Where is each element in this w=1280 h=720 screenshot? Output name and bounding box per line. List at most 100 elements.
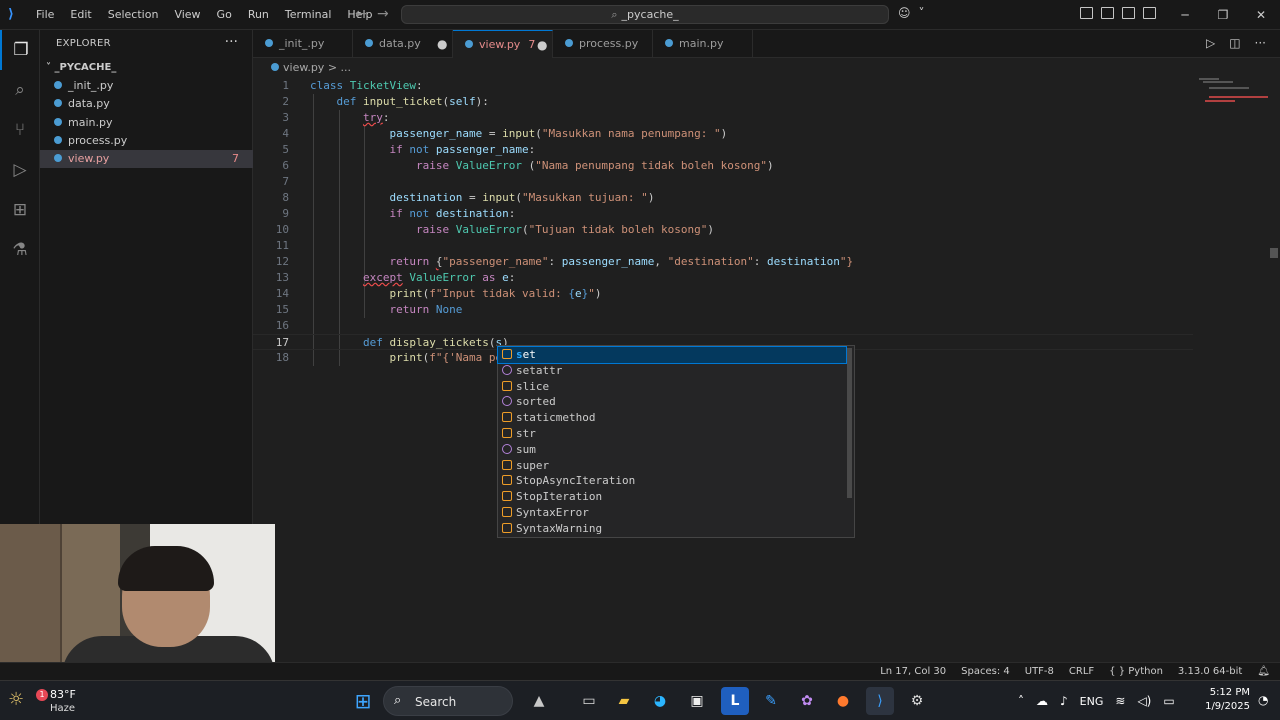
tab-process[interactable]: process.py [553, 30, 653, 58]
taskbar-search[interactable]: ⌕ Search [383, 686, 513, 716]
suggestion-item[interactable]: super [498, 458, 846, 474]
suggestion-item[interactable]: str [498, 426, 846, 442]
unsaved-dot[interactable]: ● [437, 30, 447, 58]
start-button-icon[interactable]: ⊞ [349, 687, 377, 715]
line-number: 5 [282, 143, 289, 156]
menu-run[interactable]: Run [240, 0, 277, 30]
split-editor-icon[interactable]: ◫ [1229, 36, 1240, 50]
tab-init[interactable]: _init_.py [253, 30, 353, 58]
weather-widget[interactable]: ☼ 1 83°F Haze [8, 685, 88, 717]
input-language[interactable]: ENG [1080, 695, 1104, 708]
onedrive-icon[interactable]: ☁ [1036, 694, 1048, 708]
battery-icon[interactable]: ▭ [1163, 694, 1174, 708]
run-python-icon[interactable]: ▷ [1206, 36, 1215, 50]
search-icon[interactable]: ⌕ [0, 70, 40, 110]
menu-terminal[interactable]: Terminal [277, 0, 340, 30]
customize-layout-icon[interactable] [1080, 7, 1093, 19]
toggle-secondary-sidebar-icon[interactable] [1143, 7, 1156, 19]
file-item-main[interactable]: main.py [40, 114, 253, 132]
suggestion-item[interactable]: sorted [498, 394, 846, 410]
show-hidden-icons-chevron-icon[interactable]: ˄ [1018, 694, 1024, 708]
unsaved-dot[interactable]: ● [537, 31, 547, 59]
microphone-icon[interactable]: ♪ [1060, 694, 1068, 708]
taskbar-clock[interactable]: 5:12 PM 1/9/2025 [1200, 686, 1250, 714]
menu-file[interactable]: File [28, 0, 62, 30]
firefox-icon[interactable]: ● [829, 687, 857, 715]
menu-view[interactable]: View [166, 0, 208, 30]
breadcrumb-separator[interactable]: > ... [328, 61, 351, 74]
folder-pycache[interactable]: ˅ _PYCACHE_ [40, 59, 253, 77]
forward-arrow-icon[interactable]: → [377, 6, 389, 22]
suggestion-item[interactable]: set [497, 346, 847, 364]
close-icon[interactable]: ✕ [1242, 0, 1280, 30]
python-file-icon [271, 63, 279, 71]
microsoft-store-icon[interactable]: ▣ [683, 687, 711, 715]
suggestion-item[interactable]: sum [498, 442, 846, 458]
notification-bell-icon[interactable]: ◔ [1258, 693, 1268, 707]
extensions-icon[interactable]: ⊞ [0, 190, 40, 230]
toggle-primary-sidebar-icon[interactable] [1101, 7, 1114, 19]
minimap[interactable] [1195, 78, 1269, 118]
source-control-icon[interactable]: ⑂ [0, 110, 40, 150]
widgets-icon[interactable]: ▲ [525, 687, 553, 715]
suggestion-item[interactable]: StopIteration [498, 489, 846, 505]
suggestion-item[interactable]: SyntaxError [498, 505, 846, 521]
suggestion-item[interactable]: StopAsyncIteration [498, 473, 846, 489]
minimize-icon[interactable]: ─ [1166, 0, 1204, 30]
copilot-icon[interactable]: ☺ [898, 6, 911, 20]
code-line: 16 [253, 318, 1193, 334]
tab-main[interactable]: main.py [653, 30, 753, 58]
wifi-icon[interactable]: ≋ [1115, 694, 1125, 708]
task-view-icon[interactable]: ▭ [575, 687, 603, 715]
tab-view[interactable]: view.py 7 ● [453, 30, 553, 58]
toggle-panel-icon[interactable] [1122, 7, 1135, 19]
class-icon [502, 475, 512, 485]
tab-data[interactable]: data.py ● [353, 30, 453, 58]
code-text: return {"passenger_name": passenger_name… [389, 255, 854, 268]
explorer-icon[interactable]: ❐ [0, 30, 40, 70]
cursor-position[interactable]: Ln 17, Col 30 [880, 663, 946, 680]
testing-icon[interactable]: ⚗ [0, 230, 40, 270]
encoding[interactable]: UTF-8 [1025, 663, 1054, 680]
app-pen-icon[interactable]: ✎ [757, 687, 785, 715]
suggestions-scrollbar[interactable] [847, 348, 852, 498]
settings-gear-icon[interactable]: ⚙ [903, 687, 931, 715]
command-center-search[interactable]: ⌕ _pycache_ [401, 5, 889, 24]
suggestion-item[interactable]: staticmethod [498, 410, 846, 426]
menu-edit[interactable]: Edit [62, 0, 99, 30]
copilot-app-icon[interactable]: ✿ [793, 687, 821, 715]
file-item-process[interactable]: process.py [40, 132, 253, 150]
app-l-icon[interactable]: L [721, 687, 749, 715]
menu-selection[interactable]: Selection [100, 0, 167, 30]
vertical-scrollbar[interactable] [1268, 78, 1280, 662]
python-interpreter[interactable]: 3.13.0 64-bit [1178, 663, 1242, 680]
suggestion-label: et [522, 348, 536, 361]
suggestion-item[interactable]: setattr [498, 363, 846, 379]
back-arrow-icon[interactable]: ← [355, 6, 367, 22]
line-number: 13 [275, 271, 289, 284]
suggestion-item[interactable]: SyntaxWarning [498, 521, 846, 537]
indentation[interactable]: Spaces: 4 [961, 663, 1010, 680]
more-actions-icon[interactable]: ··· [225, 34, 238, 50]
notifications-bell-icon[interactable]: 🔔︎ [1257, 663, 1270, 680]
edge-browser-icon[interactable]: ◕ [646, 687, 674, 715]
file-label: process.py [68, 134, 128, 147]
file-explorer-icon[interactable]: ▰ [610, 687, 638, 715]
line-ending[interactable]: CRLF [1069, 663, 1094, 680]
language-mode[interactable]: { } Python [1109, 663, 1163, 680]
haze-weather-icon: ☼ [8, 689, 25, 710]
run-debug-icon[interactable]: ▷ [0, 150, 40, 190]
breadcrumb-file[interactable]: view.py [283, 61, 324, 74]
vscode-taskbar-icon[interactable]: ⟩ [866, 687, 894, 715]
file-item-data[interactable]: data.py [40, 95, 253, 113]
file-item-init[interactable]: _init_.py [40, 77, 253, 95]
volume-icon[interactable]: ◁) [1137, 694, 1151, 708]
code-text: if not passenger_name: [389, 143, 536, 156]
file-item-view[interactable]: view.py 7 [40, 150, 253, 168]
line-number: 12 [275, 255, 289, 268]
menu-go[interactable]: Go [209, 0, 240, 30]
more-actions-icon[interactable]: ··· [1255, 36, 1266, 50]
suggestion-item[interactable]: slice [498, 379, 846, 395]
copilot-chevron-down-icon[interactable]: ˅ [919, 6, 925, 20]
restore-icon[interactable]: ❐ [1204, 0, 1242, 30]
